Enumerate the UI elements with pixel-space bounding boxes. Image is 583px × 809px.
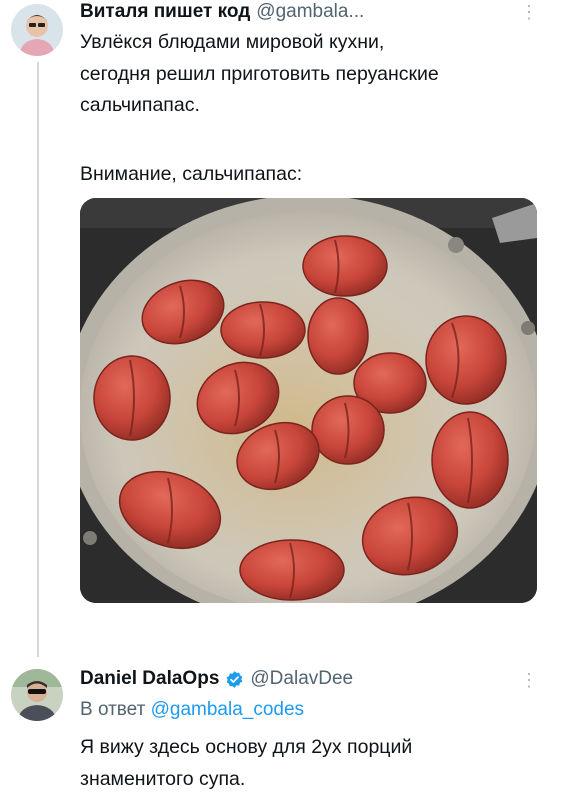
reply-author-handle[interactable]: @DalavDee: [250, 668, 353, 690]
author-name[interactable]: Виталя пишет код: [80, 1, 250, 23]
author-avatar[interactable]: [11, 4, 63, 56]
reply-text-line: Я вижу здесь основу для 2ух порций: [80, 736, 413, 758]
reply-header: Daniel DalaOps @DalavDee: [80, 667, 353, 691]
reply-text-line: знаменитого супа.: [80, 767, 246, 790]
reply-prefix: В ответ: [80, 699, 146, 720]
sausages-in-pan-photo: [80, 198, 537, 603]
tweet-text-line: Увлёкся блюдами мировой кухни,: [80, 31, 385, 53]
reply-mention-link[interactable]: @gambala_codes: [151, 699, 304, 720]
avatar-photo-icon: [11, 669, 63, 721]
more-icon[interactable]: ⋮: [519, 670, 539, 690]
tweet-text: Увлёкся блюдами мировой кухни, сегодня р…: [80, 27, 550, 122]
tweet-media-photo[interactable]: [80, 198, 537, 603]
tweet-header: Виталя пишет код @gambala...: [80, 0, 364, 24]
author-handle[interactable]: @gambala...: [256, 1, 364, 23]
more-icon[interactable]: ⋮: [519, 2, 539, 22]
tweet-text-second-paragraph: Внимание, сальчипапас:: [80, 163, 303, 185]
tweet-text-line: сальчипапас.: [80, 94, 200, 116]
verified-badge-icon: [225, 670, 244, 689]
reply-author-name[interactable]: Daniel DalaOps: [80, 668, 219, 690]
replying-to: В ответ @gambala_codes: [80, 694, 304, 725]
reply-text: Я вижу здесь основу для 2ух порций знаме…: [80, 732, 550, 795]
thread-connector-line: [37, 62, 39, 657]
reply-author-avatar[interactable]: [11, 669, 63, 721]
tweet-text-line: сегодня решил приготовить перуанские: [80, 62, 439, 85]
avatar-photo-icon: [11, 4, 63, 56]
